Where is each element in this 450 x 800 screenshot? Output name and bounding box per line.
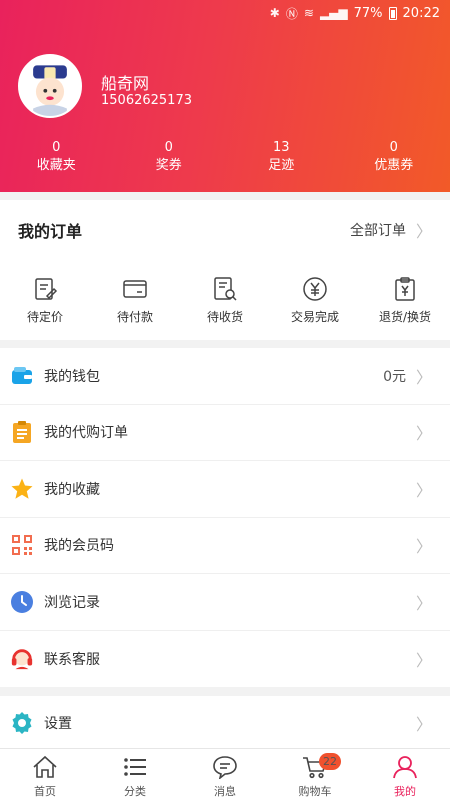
order-pending-price[interactable]: 待定价 xyxy=(0,276,90,325)
wallet-balance: 0元 xyxy=(383,368,406,385)
yuan-circle-icon xyxy=(303,277,327,301)
stat-label: 优惠券 xyxy=(374,158,414,173)
tab-label: 购物车 xyxy=(298,785,332,798)
menu-label: 浏览记录 xyxy=(44,594,100,611)
menu-list: 我的钱包 0元 〉 我的代购订单 〉 我的收藏 〉 我的会员码 〉 浏览记录 〉 xyxy=(0,348,450,687)
orders-section: 我的订单 全部订单 〉 待定价 待付款 待收货 交易完成 退货/换货 xyxy=(0,200,450,340)
chevron-right-icon: 〉 xyxy=(415,715,432,734)
battery-percent: 77% xyxy=(353,5,383,21)
menu-item-member-code[interactable]: 我的会员码 〉 xyxy=(0,518,450,574)
stat-label: 奖券 xyxy=(155,158,182,173)
all-orders-label: 全部订单 xyxy=(349,223,406,239)
order-label: 待定价 xyxy=(26,310,63,324)
menu-item-customer-service[interactable]: 联系客服 〉 xyxy=(0,631,450,688)
chevron-right-icon: 〉 xyxy=(415,480,432,500)
menu-item-settings[interactable]: 设置 〉 xyxy=(0,696,450,750)
menu-label: 我的代购订单 xyxy=(44,425,128,442)
list-icon xyxy=(124,758,146,776)
stat-value: 0 xyxy=(164,140,173,155)
menu-label: 设置 xyxy=(44,716,72,732)
wallet-card-icon xyxy=(123,280,147,298)
order-status-row: 待定价 待付款 待收货 交易完成 退货/换货 xyxy=(0,276,450,325)
cart-badge: 22 xyxy=(319,753,341,770)
clock-time: 20:22 xyxy=(402,5,440,21)
order-pending-payment[interactable]: 待付款 xyxy=(90,276,180,325)
menu-item-history[interactable]: 浏览记录 〉 xyxy=(0,574,450,631)
order-label: 待付款 xyxy=(116,310,153,324)
status-bar: ✱ Ⓝ ≋ ▂▄▆ 77% 20:22 xyxy=(0,0,450,26)
message-icon xyxy=(213,756,237,779)
receipt-search-icon xyxy=(214,277,237,301)
chevron-right-icon: 〉 xyxy=(415,367,432,387)
stat-footprints[interactable]: 13 足迹 xyxy=(225,140,338,176)
stat-label: 足迹 xyxy=(268,158,295,173)
profile-phone: 15062625173 xyxy=(101,93,192,108)
chevron-right-icon: 〉 xyxy=(415,424,432,444)
qr-code-icon xyxy=(10,533,34,557)
nfc-icon: Ⓝ xyxy=(285,6,298,21)
user-icon xyxy=(393,756,417,779)
avatar[interactable] xyxy=(18,54,82,118)
settings-section: 设置 〉 xyxy=(0,696,450,750)
tab-mine[interactable]: 我的 xyxy=(360,749,450,800)
order-label: 交易完成 xyxy=(290,310,339,324)
stat-coupons[interactable]: 0 优惠券 xyxy=(338,140,450,176)
headset-icon xyxy=(10,647,34,671)
star-icon xyxy=(10,477,34,501)
return-clipboard-icon xyxy=(395,277,415,301)
signal-icon: ▂▄▆ xyxy=(319,6,348,20)
profile-name[interactable]: 船奇网 xyxy=(101,70,149,94)
stat-label: 收藏夹 xyxy=(36,158,76,173)
chevron-right-icon: 〉 xyxy=(415,650,432,670)
bottom-tab-bar: 首页 分类 消息 22 购物车 我的 xyxy=(0,748,450,800)
tab-home[interactable]: 首页 xyxy=(0,749,90,800)
stats-row: 0 收藏夹 0 奖券 13 足迹 0 优惠券 xyxy=(0,140,450,176)
stat-value: 13 xyxy=(272,140,290,155)
tab-cart[interactable]: 22 购物车 xyxy=(270,749,360,800)
tab-messages[interactable]: 消息 xyxy=(180,749,270,800)
menu-item-wallet[interactable]: 我的钱包 0元 〉 xyxy=(0,348,450,405)
home-icon xyxy=(33,755,57,778)
orders-title: 我的订单 xyxy=(18,222,83,241)
bluetooth-icon: ✱ xyxy=(269,6,280,20)
tab-label: 我的 xyxy=(394,785,416,798)
wallet-icon xyxy=(10,364,34,388)
order-returns[interactable]: 退货/换货 xyxy=(360,276,450,325)
tab-label: 消息 xyxy=(214,785,236,798)
menu-label: 我的会员码 xyxy=(44,538,114,555)
order-pending-receipt[interactable]: 待收货 xyxy=(180,276,270,325)
orders-header: 我的订单 全部订单 〉 xyxy=(0,200,450,260)
menu-item-favorites[interactable]: 我的收藏 〉 xyxy=(0,461,450,518)
chevron-right-icon: 〉 xyxy=(415,222,432,241)
menu-label: 联系客服 xyxy=(44,651,100,668)
clock-icon xyxy=(10,590,34,614)
chevron-right-icon: 〉 xyxy=(415,593,432,613)
stat-value: 0 xyxy=(52,140,61,155)
menu-item-purchase-orders[interactable]: 我的代购订单 〉 xyxy=(0,405,450,461)
order-completed[interactable]: 交易完成 xyxy=(270,276,360,325)
stat-value: 0 xyxy=(389,140,398,155)
tab-category[interactable]: 分类 xyxy=(90,749,180,800)
pricing-icon xyxy=(35,278,58,300)
menu-label: 我的钱包 xyxy=(44,368,100,385)
battery-icon xyxy=(388,6,397,20)
tab-label: 分类 xyxy=(124,785,146,798)
gear-icon xyxy=(10,711,34,735)
clipboard-icon xyxy=(10,420,34,444)
wifi-icon: ≋ xyxy=(303,6,314,20)
chevron-right-icon: 〉 xyxy=(415,537,432,557)
order-label: 退货/换货 xyxy=(378,310,432,324)
stat-lottery[interactable]: 0 奖券 xyxy=(113,140,226,176)
order-label: 待收货 xyxy=(206,310,243,324)
profile-header: ✱ Ⓝ ≋ ▂▄▆ 77% 20:22 船奇网 15062625173 0 收藏… xyxy=(0,0,450,192)
stat-favorites[interactable]: 0 收藏夹 xyxy=(0,140,113,176)
tab-label: 首页 xyxy=(34,785,56,798)
menu-label: 我的收藏 xyxy=(44,481,100,498)
all-orders-link[interactable]: 全部订单 〉 xyxy=(350,218,432,242)
